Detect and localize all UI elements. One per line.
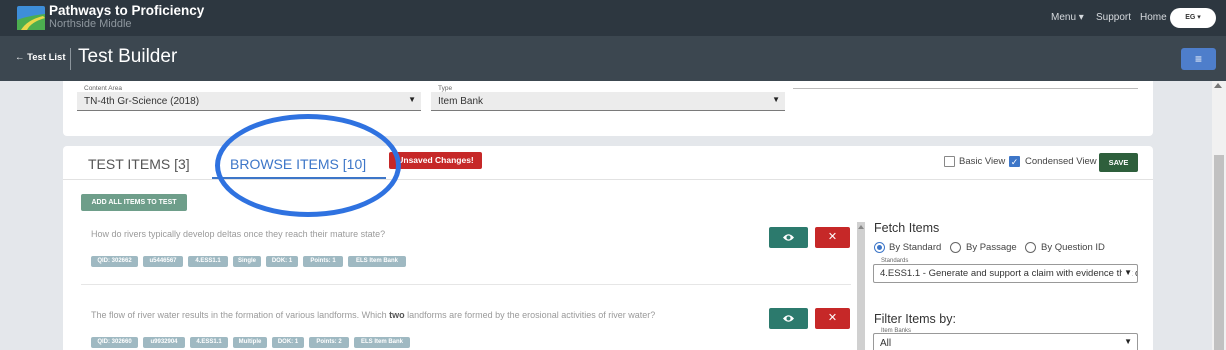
remove-item-button[interactable]: ✕ — [815, 308, 850, 329]
condensed-view-checkbox[interactable]: ✓ — [1009, 156, 1020, 167]
question-emphasis: two — [389, 310, 405, 320]
scroll-up-arrow-icon[interactable] — [1214, 83, 1222, 88]
item-question: The flow of river water results in the f… — [91, 310, 655, 320]
school-name: Northside Middle — [49, 18, 132, 30]
radio-by-standard[interactable] — [874, 242, 885, 253]
preview-item-button[interactable] — [769, 227, 808, 248]
item-tag: QID: 302662 — [91, 256, 138, 267]
question-text-part: landforms are formed by the erosional ac… — [404, 310, 656, 320]
item-tag: ELS Item Bank — [354, 337, 410, 348]
type-label: Type — [438, 85, 453, 92]
back-to-test-list-link[interactable]: ← Test List — [15, 52, 66, 63]
filter-items-title: Filter Items by: — [874, 312, 956, 326]
item-tag: u9932904 — [143, 337, 185, 348]
type-select[interactable]: Item Bank ▼ — [431, 92, 785, 111]
caret-down-icon: ▼ — [772, 95, 780, 104]
header-divider — [70, 48, 71, 70]
user-menu-button[interactable]: EG ▾ — [1170, 8, 1216, 28]
item-tag: ELS Item Bank — [348, 256, 406, 267]
item-tag: QID: 302660 — [91, 337, 138, 348]
content-area-select[interactable]: TN-4th Gr-Science (2018) ▼ — [77, 92, 421, 111]
top-navbar: Pathways to Proficiency Northside Middle… — [0, 0, 1226, 36]
close-icon: ✕ — [827, 231, 838, 243]
item-tag: Points: 2 — [309, 337, 349, 348]
nav-home-link[interactable]: Home — [1140, 12, 1167, 23]
annotation-circle — [215, 114, 401, 217]
eye-icon — [783, 234, 794, 241]
fetch-items-title: Fetch Items — [874, 221, 940, 235]
item-question: How do rivers typically develop deltas o… — [91, 229, 386, 239]
unsaved-changes-badge: Unsaved Changes! — [389, 152, 482, 169]
road-logo-icon — [17, 6, 45, 30]
item-tag: 4.ESS1.1 — [190, 337, 228, 348]
app-title: Pathways to Proficiency — [49, 3, 205, 18]
scrollbar-thumb[interactable] — [1214, 155, 1224, 350]
item-tag: u5446567 — [143, 256, 183, 267]
standards-select[interactable]: 4.ESS1.1 - Generate and support a claim … — [873, 264, 1138, 283]
scroll-up-arrow-icon[interactable] — [858, 225, 864, 229]
radio-by-passage-label: By Passage — [966, 242, 1017, 253]
item-tag: DOK: 1 — [266, 256, 298, 267]
remove-item-button[interactable]: ✕ — [815, 227, 850, 248]
close-icon: ✕ — [827, 312, 838, 324]
caret-down-icon: ▼ — [1124, 337, 1132, 346]
hamburger-menu-button[interactable]: ≡ — [1181, 48, 1216, 70]
item-tag: DOK: 1 — [272, 337, 304, 348]
item-divider — [81, 284, 851, 285]
radio-by-standard-label: By Standard — [889, 242, 942, 253]
tab-test-items[interactable]: TEST ITEMS [3] — [88, 156, 190, 172]
item-tag: Single — [233, 256, 261, 267]
content-area-label: Content Area — [84, 85, 122, 92]
divider-line — [793, 88, 1138, 89]
type-value: Item Bank — [438, 96, 484, 107]
radio-by-passage[interactable] — [950, 242, 961, 253]
basic-view-checkbox[interactable] — [944, 156, 955, 167]
item-banks-select[interactable]: All ▼ — [873, 333, 1138, 350]
radio-by-question-id[interactable] — [1025, 242, 1036, 253]
items-list-scrollbar[interactable] — [857, 222, 865, 350]
radio-by-question-id-label: By Question ID — [1041, 242, 1105, 253]
item-banks-value: All — [880, 338, 892, 349]
page-title: Test Builder — [78, 46, 178, 67]
item-tag: Multiple — [233, 337, 267, 348]
caret-down-icon: ▼ — [1122, 268, 1132, 277]
standards-value: 4.ESS1.1 - Generate and support a claim … — [880, 268, 1137, 279]
add-all-items-button[interactable]: ADD ALL ITEMS TO TEST — [81, 194, 187, 211]
item-tag: Points: 1 — [303, 256, 343, 267]
basic-view-label: Basic View — [959, 156, 1006, 167]
nav-menu-dropdown[interactable]: Menu ▾ — [1051, 12, 1084, 23]
item-tag: 4.ESS1.1 — [188, 256, 228, 267]
content-area-value: TN-4th Gr-Science (2018) — [84, 96, 200, 107]
caret-down-icon: ▼ — [408, 95, 416, 104]
save-button[interactable]: SAVE — [1099, 153, 1138, 172]
page-header: ← Test List Test Builder ≡ — [0, 36, 1226, 81]
question-text-part: The flow of river water results in the f… — [91, 310, 390, 320]
eye-icon — [783, 315, 794, 322]
preview-item-button[interactable] — [769, 308, 808, 329]
condensed-view-label: Condensed View — [1025, 156, 1097, 167]
nav-support-link[interactable]: Support — [1096, 12, 1131, 23]
